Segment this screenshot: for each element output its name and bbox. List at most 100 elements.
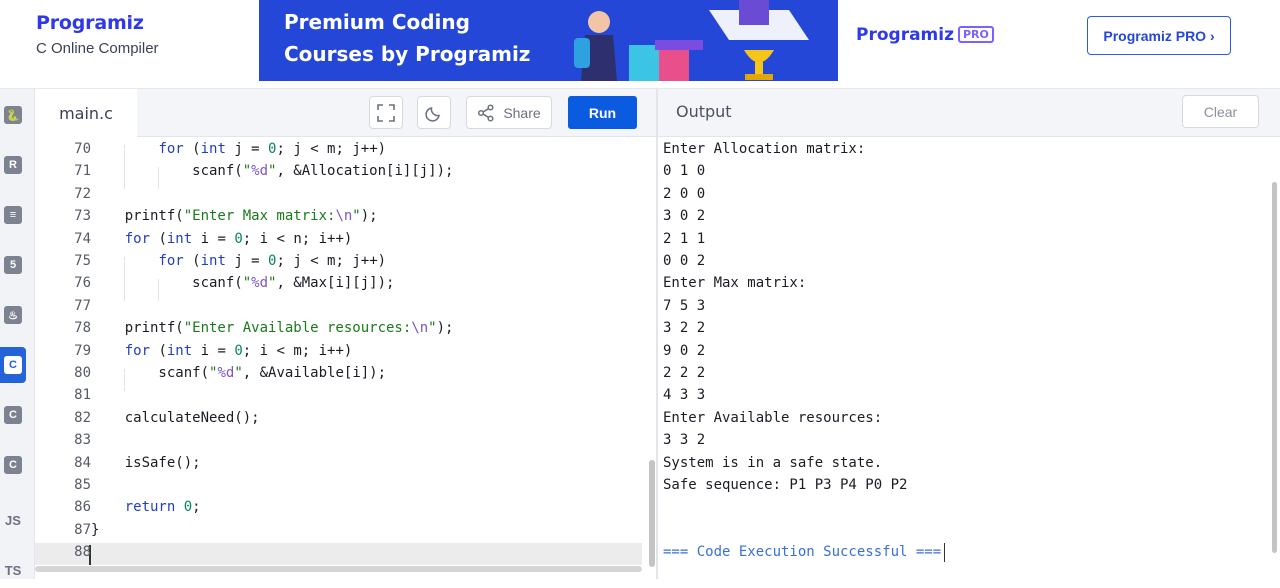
promo-banner[interactable]: Premium Coding Courses by Programiz Prog… xyxy=(259,0,1000,81)
fullscreen-button[interactable] xyxy=(369,96,403,129)
fullscreen-icon xyxy=(377,103,395,122)
line-number: 84 xyxy=(74,454,91,471)
code-token: calculateNeed(); xyxy=(91,409,260,426)
rail-csharp[interactable]: C xyxy=(0,447,26,483)
code-token: \n xyxy=(335,208,353,225)
line-number: 77 xyxy=(74,297,91,314)
editor-horizontal-scrollbar[interactable] xyxy=(35,566,642,572)
code-token: ; i < n; i++) xyxy=(242,230,353,247)
code-token: scanf( xyxy=(91,163,243,180)
rail-r[interactable]: R xyxy=(0,147,26,183)
line-number: 70 xyxy=(74,141,91,157)
line-number: 85 xyxy=(74,477,91,493)
output-line: 0 1 0 xyxy=(663,163,706,180)
code-token: int xyxy=(166,230,193,247)
output-line: Enter Allocation matrix: xyxy=(663,141,866,157)
output-line: 2 0 0 xyxy=(663,185,706,202)
code-token: "Enter Available resources: xyxy=(183,320,412,337)
code-editor[interactable]: 70 for (int j = 0; j < m; j++) 71 scanf("… xyxy=(35,137,657,579)
database-icon: ≡ xyxy=(4,206,22,224)
share-label: Share xyxy=(503,104,541,121)
rail-cpp[interactable]: C xyxy=(0,397,26,433)
code-token: j = xyxy=(225,253,269,269)
rail-java[interactable]: ♨ xyxy=(0,297,26,333)
code-token: ( xyxy=(183,253,201,269)
share-button[interactable]: Share xyxy=(466,96,552,129)
run-button[interactable]: Run xyxy=(568,96,637,129)
code-token: %d xyxy=(251,275,269,292)
code-token: %d xyxy=(217,365,235,381)
tab-main-c[interactable]: main.c xyxy=(35,89,137,137)
share-icon xyxy=(478,103,494,122)
code-token: ( xyxy=(150,230,167,247)
code-line: for (int j = 0; j < m; j++) xyxy=(91,253,386,269)
banner-line-1: Premium Coding xyxy=(284,10,470,34)
output-line: 9 0 2 xyxy=(663,342,706,359)
code-token: int xyxy=(200,253,226,269)
rail-ts[interactable]: TS xyxy=(0,552,26,588)
code-line: scanf("%d", &Allocation[i][j]); xyxy=(91,163,453,179)
code-line: for (int j = 0; j < m; j++) xyxy=(91,141,386,157)
output-line: System is in a safe state. xyxy=(663,454,883,471)
programiz-pro-button[interactable]: Programiz PRO › xyxy=(1087,16,1231,55)
line-number: 83 xyxy=(74,432,91,449)
code-token: " xyxy=(242,163,252,180)
code-token: " xyxy=(242,275,252,292)
code-line: for (int i = 0; i < m; i++) xyxy=(91,342,353,359)
brand-subtitle: C Online Compiler xyxy=(36,40,159,57)
rail-c[interactable]: C xyxy=(0,347,26,383)
code-token: \n xyxy=(411,320,429,337)
output-line: Enter Max matrix: xyxy=(663,275,807,292)
html5-icon: 5 xyxy=(4,256,22,274)
line-number: 78 xyxy=(74,320,91,337)
rail-html[interactable]: 5 xyxy=(0,247,26,283)
banner-text: Premium Coding Courses by Programiz xyxy=(284,6,530,70)
rail-js[interactable]: JS xyxy=(0,502,26,538)
line-number: 72 xyxy=(74,185,91,202)
output-console[interactable]: Enter Allocation matrix: 0 1 0 2 0 0 3 0 2 2… xyxy=(658,137,1270,579)
code-token: isSafe(); xyxy=(91,454,201,471)
line-number: 87 xyxy=(74,521,91,538)
code-token: printf( xyxy=(91,208,184,225)
line-number: 73 xyxy=(74,208,91,225)
code-token: " xyxy=(234,365,243,381)
code-line: scanf("%d", &Available[i]); xyxy=(91,365,386,381)
banner-line-2: Courses by Programiz xyxy=(284,42,531,66)
code-line: scanf("%d", &Max[i][j]); xyxy=(91,275,394,291)
theme-toggle-button[interactable] xyxy=(417,96,451,129)
output-scrollbar[interactable] xyxy=(1272,182,1277,553)
code-token: 0 xyxy=(234,342,243,359)
code-token: ); xyxy=(360,208,378,225)
code-token: 0 xyxy=(183,499,193,516)
clear-button[interactable]: Clear xyxy=(1182,95,1259,128)
r-icon: R xyxy=(4,156,22,174)
editor-vertical-scrollbar[interactable] xyxy=(649,460,655,567)
c-icon: C xyxy=(4,356,22,374)
brand[interactable]: Programiz C Online Compiler xyxy=(36,12,159,57)
code-token: ; i < m; i++) xyxy=(242,342,353,359)
code-token: return xyxy=(124,499,176,516)
banner-logo-text: Programiz xyxy=(856,25,954,45)
line-number: 81 xyxy=(74,387,91,404)
line-number: 80 xyxy=(74,365,91,381)
code-line: return 0; xyxy=(91,499,201,515)
js-icon: JS xyxy=(5,512,21,528)
code-token: scanf( xyxy=(91,365,210,381)
output-cursor xyxy=(944,543,945,562)
top-header: Programiz C Online Compiler Premium Codi… xyxy=(0,0,1280,89)
output-line: 3 0 2 xyxy=(663,208,706,225)
code-token: printf( xyxy=(91,320,184,337)
code-token: for xyxy=(124,342,151,359)
brand-name: Programiz xyxy=(36,12,144,34)
code-line: isSafe(); xyxy=(91,455,201,471)
rail-python[interactable]: 🐍 xyxy=(0,97,26,133)
output-line: 3 2 2 xyxy=(663,320,706,337)
programiz-logo[interactable]: Programiz xyxy=(36,12,159,34)
output-line: 7 5 3 xyxy=(663,297,706,314)
rail-sql[interactable]: ≡ xyxy=(0,197,26,233)
code-token: } xyxy=(91,521,100,538)
code-token: ; xyxy=(192,499,201,516)
